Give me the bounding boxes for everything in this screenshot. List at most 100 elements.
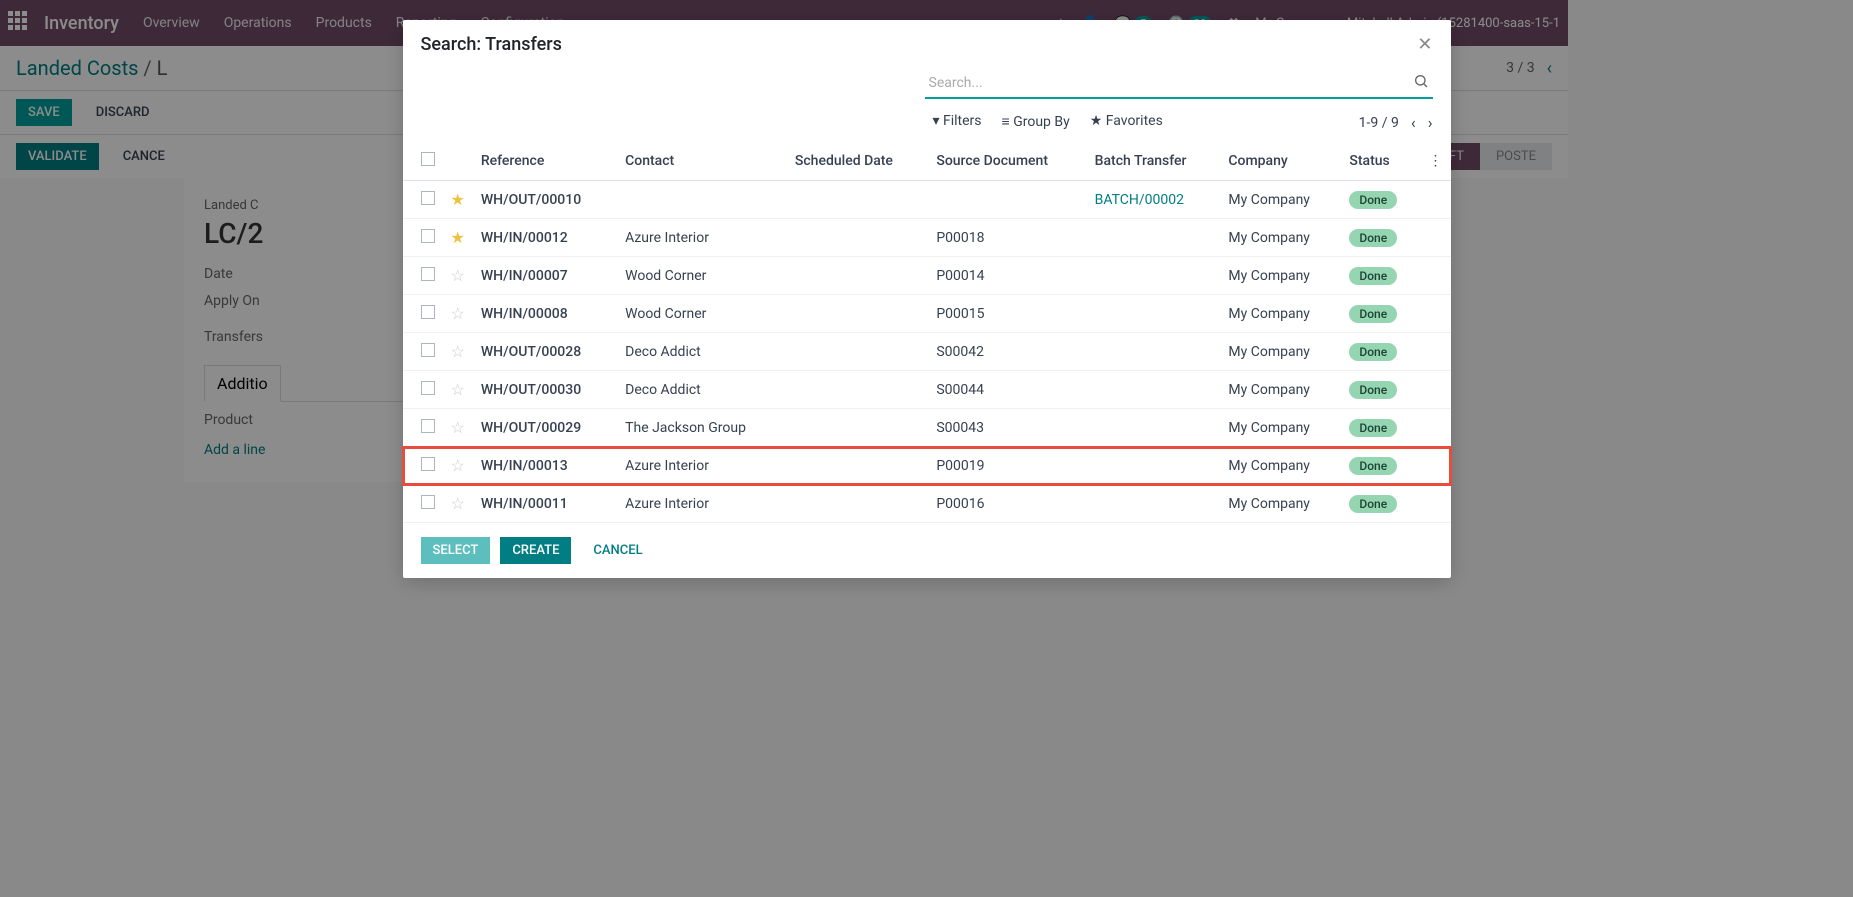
cell-source: S00044 xyxy=(928,371,1086,409)
cell-source: P00016 xyxy=(928,485,1086,523)
cell-reference: WH/IN/00012 xyxy=(473,219,617,257)
table-row[interactable]: ☆ WH/IN/00011 Azure Interior P00016 My C… xyxy=(403,485,1451,523)
transfers-table: Reference Contact Scheduled Date Source … xyxy=(403,142,1451,523)
cancel-modal-button[interactable]: CANCEL xyxy=(581,537,654,564)
col-scheduled[interactable]: Scheduled Date xyxy=(787,142,928,181)
cell-contact: Wood Corner xyxy=(617,257,787,295)
cell-contact: Wood Corner xyxy=(617,295,787,333)
cell-contact: Azure Interior xyxy=(617,485,787,523)
cell-scheduled xyxy=(787,219,928,257)
row-checkbox[interactable] xyxy=(421,381,435,395)
cell-status: Done xyxy=(1341,181,1420,219)
col-reference[interactable]: Reference xyxy=(473,142,617,181)
table-row[interactable]: ☆ WH/IN/00007 Wood Corner P00014 My Comp… xyxy=(403,257,1451,295)
cell-status: Done xyxy=(1341,295,1420,333)
cell-reference: WH/OUT/00030 xyxy=(473,371,617,409)
col-company[interactable]: Company xyxy=(1220,142,1341,181)
cell-company: My Company xyxy=(1220,257,1341,295)
cell-company: My Company xyxy=(1220,333,1341,371)
cell-contact: Azure Interior xyxy=(617,447,787,485)
cell-reference: WH/OUT/00028 xyxy=(473,333,617,371)
cell-status: Done xyxy=(1341,409,1420,447)
select-button[interactable]: SELECT xyxy=(421,537,491,564)
cell-source: S00043 xyxy=(928,409,1086,447)
table-row[interactable]: ★ WH/IN/00012 Azure Interior P00018 My C… xyxy=(403,219,1451,257)
star-icon[interactable]: ☆ xyxy=(451,304,465,323)
cell-reference: WH/IN/00008 xyxy=(473,295,617,333)
cell-reference: WH/OUT/00029 xyxy=(473,409,617,447)
cell-batch xyxy=(1087,333,1221,371)
cell-scheduled xyxy=(787,257,928,295)
star-icon[interactable]: ☆ xyxy=(451,418,465,437)
cell-contact: Deco Addict xyxy=(617,371,787,409)
modal-pager-next[interactable]: › xyxy=(1428,113,1433,132)
star-icon[interactable]: ☆ xyxy=(451,266,465,285)
cell-batch xyxy=(1087,257,1221,295)
cell-batch xyxy=(1087,295,1221,333)
cell-source: P00015 xyxy=(928,295,1086,333)
star-icon[interactable]: ★ xyxy=(451,228,465,247)
cell-status: Done xyxy=(1341,257,1420,295)
star-icon[interactable]: ☆ xyxy=(451,380,465,399)
search-icon[interactable] xyxy=(1413,73,1429,93)
table-row[interactable]: ☆ WH/OUT/00028 Deco Addict S00042 My Com… xyxy=(403,333,1451,371)
modal-search xyxy=(925,69,1433,99)
cell-company: My Company xyxy=(1220,485,1341,523)
row-checkbox[interactable] xyxy=(421,457,435,471)
cell-batch xyxy=(1087,371,1221,409)
cell-contact: Deco Addict xyxy=(617,333,787,371)
cell-scheduled xyxy=(787,409,928,447)
row-checkbox[interactable] xyxy=(421,191,435,205)
row-checkbox[interactable] xyxy=(421,229,435,243)
cell-status: Done xyxy=(1341,333,1420,371)
col-status[interactable]: Status xyxy=(1341,142,1420,181)
modal-pager-prev[interactable]: ‹ xyxy=(1411,113,1416,132)
star-icon[interactable]: ☆ xyxy=(451,494,465,513)
table-row[interactable]: ★ WH/OUT/00010 BATCH/00002 My Company Do… xyxy=(403,181,1451,219)
row-checkbox[interactable] xyxy=(421,343,435,357)
cell-scheduled xyxy=(787,333,928,371)
cell-scheduled xyxy=(787,485,928,523)
cell-contact xyxy=(617,181,787,219)
cell-scheduled xyxy=(787,371,928,409)
table-row[interactable]: ☆ WH/OUT/00030 Deco Addict S00044 My Com… xyxy=(403,371,1451,409)
table-row[interactable]: ☆ WH/IN/00008 Wood Corner P00015 My Comp… xyxy=(403,295,1451,333)
cell-batch xyxy=(1087,485,1221,523)
cell-batch xyxy=(1087,409,1221,447)
table-row[interactable]: ☆ WH/IN/00013 Azure Interior P00019 My C… xyxy=(403,447,1451,485)
col-source[interactable]: Source Document xyxy=(928,142,1086,181)
star-icon[interactable]: ☆ xyxy=(451,342,465,361)
cell-company: My Company xyxy=(1220,295,1341,333)
star-icon[interactable]: ★ xyxy=(451,190,465,209)
cell-status: Done xyxy=(1341,447,1420,485)
cell-source: P00019 xyxy=(928,447,1086,485)
cell-company: My Company xyxy=(1220,409,1341,447)
modal-overlay: Search: Transfers ✕ ▾ Filters ≡ Group By… xyxy=(0,0,1853,897)
cell-scheduled xyxy=(787,181,928,219)
cell-company: My Company xyxy=(1220,447,1341,485)
cell-batch xyxy=(1087,447,1221,485)
favorites-button[interactable]: ★ Favorites xyxy=(1090,113,1163,132)
modal-close-button[interactable]: ✕ xyxy=(1417,34,1432,55)
row-checkbox[interactable] xyxy=(421,419,435,433)
table-row[interactable]: ☆ WH/OUT/00029 The Jackson Group S00043 … xyxy=(403,409,1451,447)
row-checkbox[interactable] xyxy=(421,267,435,281)
row-checkbox[interactable] xyxy=(421,305,435,319)
modal-title: Search: Transfers xyxy=(421,34,562,55)
col-more[interactable]: ⋮ xyxy=(1421,142,1451,181)
row-checkbox[interactable] xyxy=(421,495,435,509)
cell-company: My Company xyxy=(1220,181,1341,219)
select-all-checkbox[interactable] xyxy=(421,152,435,166)
group-by-button[interactable]: ≡ Group By xyxy=(1002,113,1070,132)
star-icon[interactable]: ☆ xyxy=(451,456,465,475)
cell-status: Done xyxy=(1341,485,1420,523)
cell-contact: Azure Interior xyxy=(617,219,787,257)
search-input[interactable] xyxy=(925,69,1433,99)
col-batch[interactable]: Batch Transfer xyxy=(1087,142,1221,181)
cell-company: My Company xyxy=(1220,219,1341,257)
col-contact[interactable]: Contact xyxy=(617,142,787,181)
cell-reference: WH/IN/00011 xyxy=(473,485,617,523)
filters-button[interactable]: ▾ Filters xyxy=(933,113,982,132)
create-button[interactable]: CREATE xyxy=(500,537,571,564)
cell-reference: WH/IN/00013 xyxy=(473,447,617,485)
